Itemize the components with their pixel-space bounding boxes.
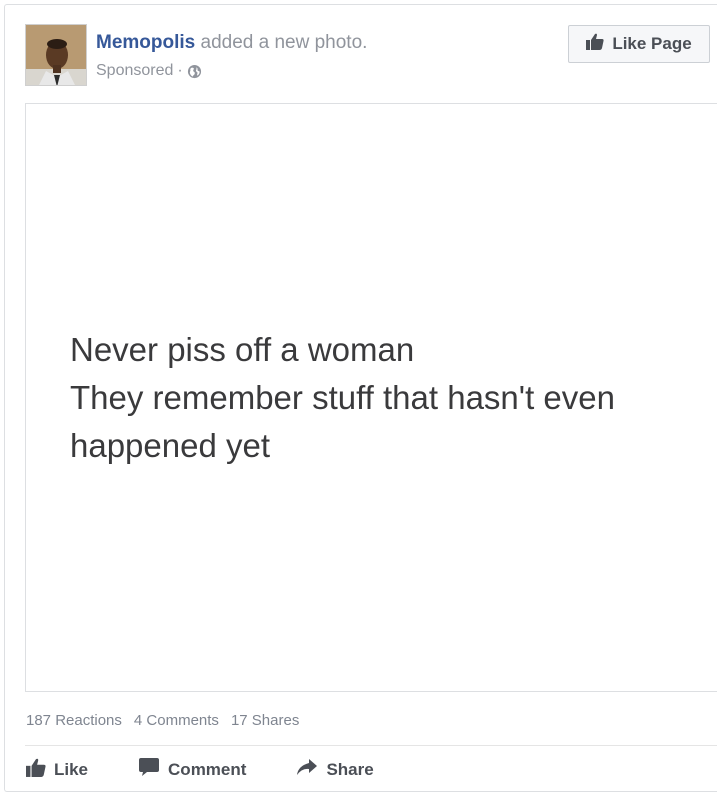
page-name-link[interactable]: Memopolis xyxy=(96,32,195,53)
photo-text-line: Never piss off a woman xyxy=(70,331,415,368)
avatar-image xyxy=(26,25,86,85)
share-button[interactable]: Share xyxy=(296,758,374,781)
thumbs-up-icon xyxy=(26,758,46,782)
post-actions: Like Comment Share xyxy=(26,757,374,782)
photo-text-line: happened yet xyxy=(70,427,271,464)
meta-separator: · xyxy=(177,62,183,79)
photo-text-line: They remember stuff that hasn't even xyxy=(70,379,615,416)
comment-button[interactable]: Comment xyxy=(138,757,246,782)
reactions-count[interactable]: 187 Reactions xyxy=(26,712,122,729)
shares-count[interactable]: 17 Shares xyxy=(231,712,299,729)
photo-text: Never piss off a woman They remember stu… xyxy=(70,326,710,470)
like-button[interactable]: Like xyxy=(26,758,88,782)
sponsored-label[interactable]: Sponsored xyxy=(96,62,173,80)
post-photo[interactable]: Never piss off a woman They remember stu… xyxy=(25,103,717,692)
thumbs-up-icon xyxy=(586,33,604,55)
share-label: Share xyxy=(326,759,374,779)
share-arrow-icon xyxy=(296,758,318,781)
post-headline: Memopolis added a new photo. xyxy=(96,31,367,55)
post-stats: 187 Reactions 4 Comments 17 Shares xyxy=(26,712,299,729)
comment-bubble-icon xyxy=(138,757,160,782)
post-meta: Sponsored · xyxy=(96,62,202,80)
comment-label: Comment xyxy=(168,759,247,779)
like-page-button[interactable]: Like Page xyxy=(568,25,710,63)
post-action-text: added a new photo. xyxy=(195,32,368,53)
like-page-label: Like Page xyxy=(612,34,692,53)
comments-count[interactable]: 4 Comments xyxy=(134,712,219,729)
page-avatar[interactable] xyxy=(25,24,87,86)
like-label: Like xyxy=(54,759,89,779)
post-card: Memopolis added a new photo. Sponsored ·… xyxy=(4,4,717,792)
globe-icon[interactable] xyxy=(187,64,202,79)
actions-divider xyxy=(25,745,717,746)
